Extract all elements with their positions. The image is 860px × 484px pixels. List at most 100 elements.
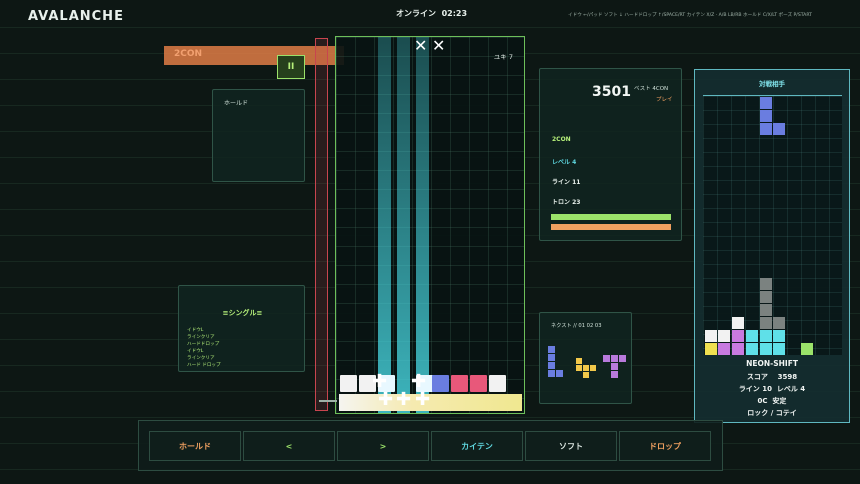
best-label: ベスト 4CON: [634, 86, 669, 92]
hold-button-label: ホールド: [179, 441, 211, 451]
opponent-field: [703, 95, 842, 355]
next-panel: ネクスト // 01 02 03: [539, 312, 632, 404]
progress-bar: [551, 224, 671, 230]
mode-label: プレイ: [656, 97, 673, 103]
opponent-block: [760, 291, 772, 303]
stack-block: [470, 375, 487, 392]
online-status: オンライン 02:23: [396, 9, 468, 18]
opponent-score: スコア 3598: [746, 373, 798, 381]
play-field[interactable]: ✕ ✕ ユキ 7 ✚ ✚ ✚ ✚ ✚: [335, 36, 525, 414]
opponent-block: [760, 110, 772, 122]
action-log-entry: ラインクリア: [187, 356, 215, 361]
well-floor-marker: [319, 400, 337, 402]
opponent-panel: 対戦相手 NEON-SHIFT スコア 3598 ライン 10 レベル 4 0C…: [694, 69, 850, 423]
opponent-block: [760, 278, 772, 290]
opponent-block: [732, 330, 744, 342]
progress-bar-fill: [551, 224, 671, 230]
score-value: 3501: [592, 84, 631, 100]
next-piece-block: [556, 370, 563, 377]
next-piece-block: [603, 355, 610, 362]
opponent-block: [760, 317, 772, 329]
rotate-button[interactable]: カイテン: [431, 431, 523, 461]
opponent-block: [760, 97, 772, 109]
sparkle-icon: ✚: [396, 389, 412, 410]
opponent-lines: ライン 10 レベル 4: [738, 385, 806, 393]
hard-drop-button-label: ドロップ: [649, 441, 681, 451]
opponent-block: [801, 343, 813, 355]
next-piece-block: [548, 354, 555, 361]
opponent-block: [705, 330, 717, 342]
action-log-entry: イドウL: [187, 328, 204, 333]
app-title: AVALANCHE: [28, 9, 124, 24]
opponent-block: [773, 123, 785, 135]
chevron-left-icon: <: [285, 441, 293, 451]
next-piece-block: [548, 362, 555, 369]
progress-bar-fill: [551, 214, 671, 220]
drop-trail-column: [378, 37, 391, 413]
close-icon[interactable]: ✕: [432, 38, 445, 54]
action-log-entry: ハード ドロップ: [187, 363, 221, 368]
drop-trail-column: [416, 37, 429, 413]
opponent-block: [760, 304, 772, 316]
next-piece-block: [576, 365, 582, 371]
level-stat: レベル 4: [552, 159, 577, 166]
action-log-title: ≡シングル≡: [222, 309, 263, 317]
next-piece-block: [548, 370, 555, 377]
stack-block: [340, 375, 357, 392]
action-log-panel: ≡シングル≡ イドウL ラインクリア ハードドロップ イドウL ラインクリア ハ…: [178, 285, 305, 372]
sparkle-icon: ✚: [415, 389, 431, 410]
hold-panel: ホールド: [212, 89, 305, 182]
stats-panel: 3501 ベスト 4CON プレイ 2CON レベル 4 ライン 11 トロン …: [539, 68, 682, 241]
lines-stat: ライン 11: [552, 179, 581, 186]
next-label: ネクスト // 01 02 03: [551, 323, 602, 329]
garbage-counter: ユキ 7: [493, 53, 513, 61]
close-icon[interactable]: ✕: [414, 38, 427, 54]
opponent-block: [773, 343, 785, 355]
chevron-right-icon: >: [379, 441, 387, 451]
hold-label: ホールド: [224, 100, 249, 107]
pause-icon: II: [287, 62, 295, 72]
soft-drop-button-label: ソフト: [559, 441, 583, 451]
next-piece-block: [611, 355, 618, 362]
opponent-name: NEON-SHIFT: [746, 359, 798, 368]
action-log-entry: ラインクリア: [187, 335, 215, 340]
opponent-block: [718, 330, 730, 342]
opponent-block: [746, 330, 758, 342]
progress-bar: [551, 214, 671, 220]
control-hints: イドウ ←/パッド ソフト ↓ ハードドロップ ↑/SPACE/RT カイテン …: [568, 13, 812, 18]
next-piece-block: [611, 363, 618, 370]
sparkle-icon: ✚: [378, 389, 394, 410]
opponent-block: [732, 317, 744, 329]
next-piece-block: [583, 372, 589, 378]
opponent-title: 対戦相手: [759, 80, 785, 88]
tron-stat: トロン 23: [552, 199, 581, 206]
next-piece-block: [576, 358, 582, 364]
pause-button[interactable]: II: [277, 55, 305, 79]
hold-button[interactable]: ホールド: [149, 431, 241, 461]
action-log-list: イドウL ラインクリア ハードドロップ イドウL ラインクリア ハード ドロップ: [187, 327, 221, 369]
next-piece-block: [611, 371, 618, 378]
next-piece-block: [590, 365, 596, 371]
drop-trail-column: [397, 37, 410, 413]
opponent-block: [760, 343, 772, 355]
next-piece-block: [619, 355, 626, 362]
next-piece-block: [548, 346, 555, 353]
opponent-state: 0C 安定: [757, 397, 787, 405]
danger-meter: [315, 38, 328, 411]
action-log-entry: イドウL: [187, 349, 204, 354]
hard-drop-button[interactable]: ドロップ: [619, 431, 711, 461]
rotate-button-label: カイテン: [461, 441, 493, 451]
opponent-block: [760, 330, 772, 342]
line-clear-row: [339, 394, 522, 411]
soft-drop-button[interactable]: ソフト: [525, 431, 617, 461]
opponent-block: [705, 343, 717, 355]
move-right-button[interactable]: >: [337, 431, 429, 461]
opponent-block: [746, 343, 758, 355]
combo-stat: 2CON: [552, 136, 571, 143]
action-log-entry: ハードドロップ: [187, 342, 220, 347]
opponent-block: [718, 343, 730, 355]
opponent-lock: ロック / コテイ: [747, 409, 797, 417]
stack-block: [432, 375, 449, 392]
move-left-button[interactable]: <: [243, 431, 335, 461]
next-piece-block: [583, 365, 589, 371]
